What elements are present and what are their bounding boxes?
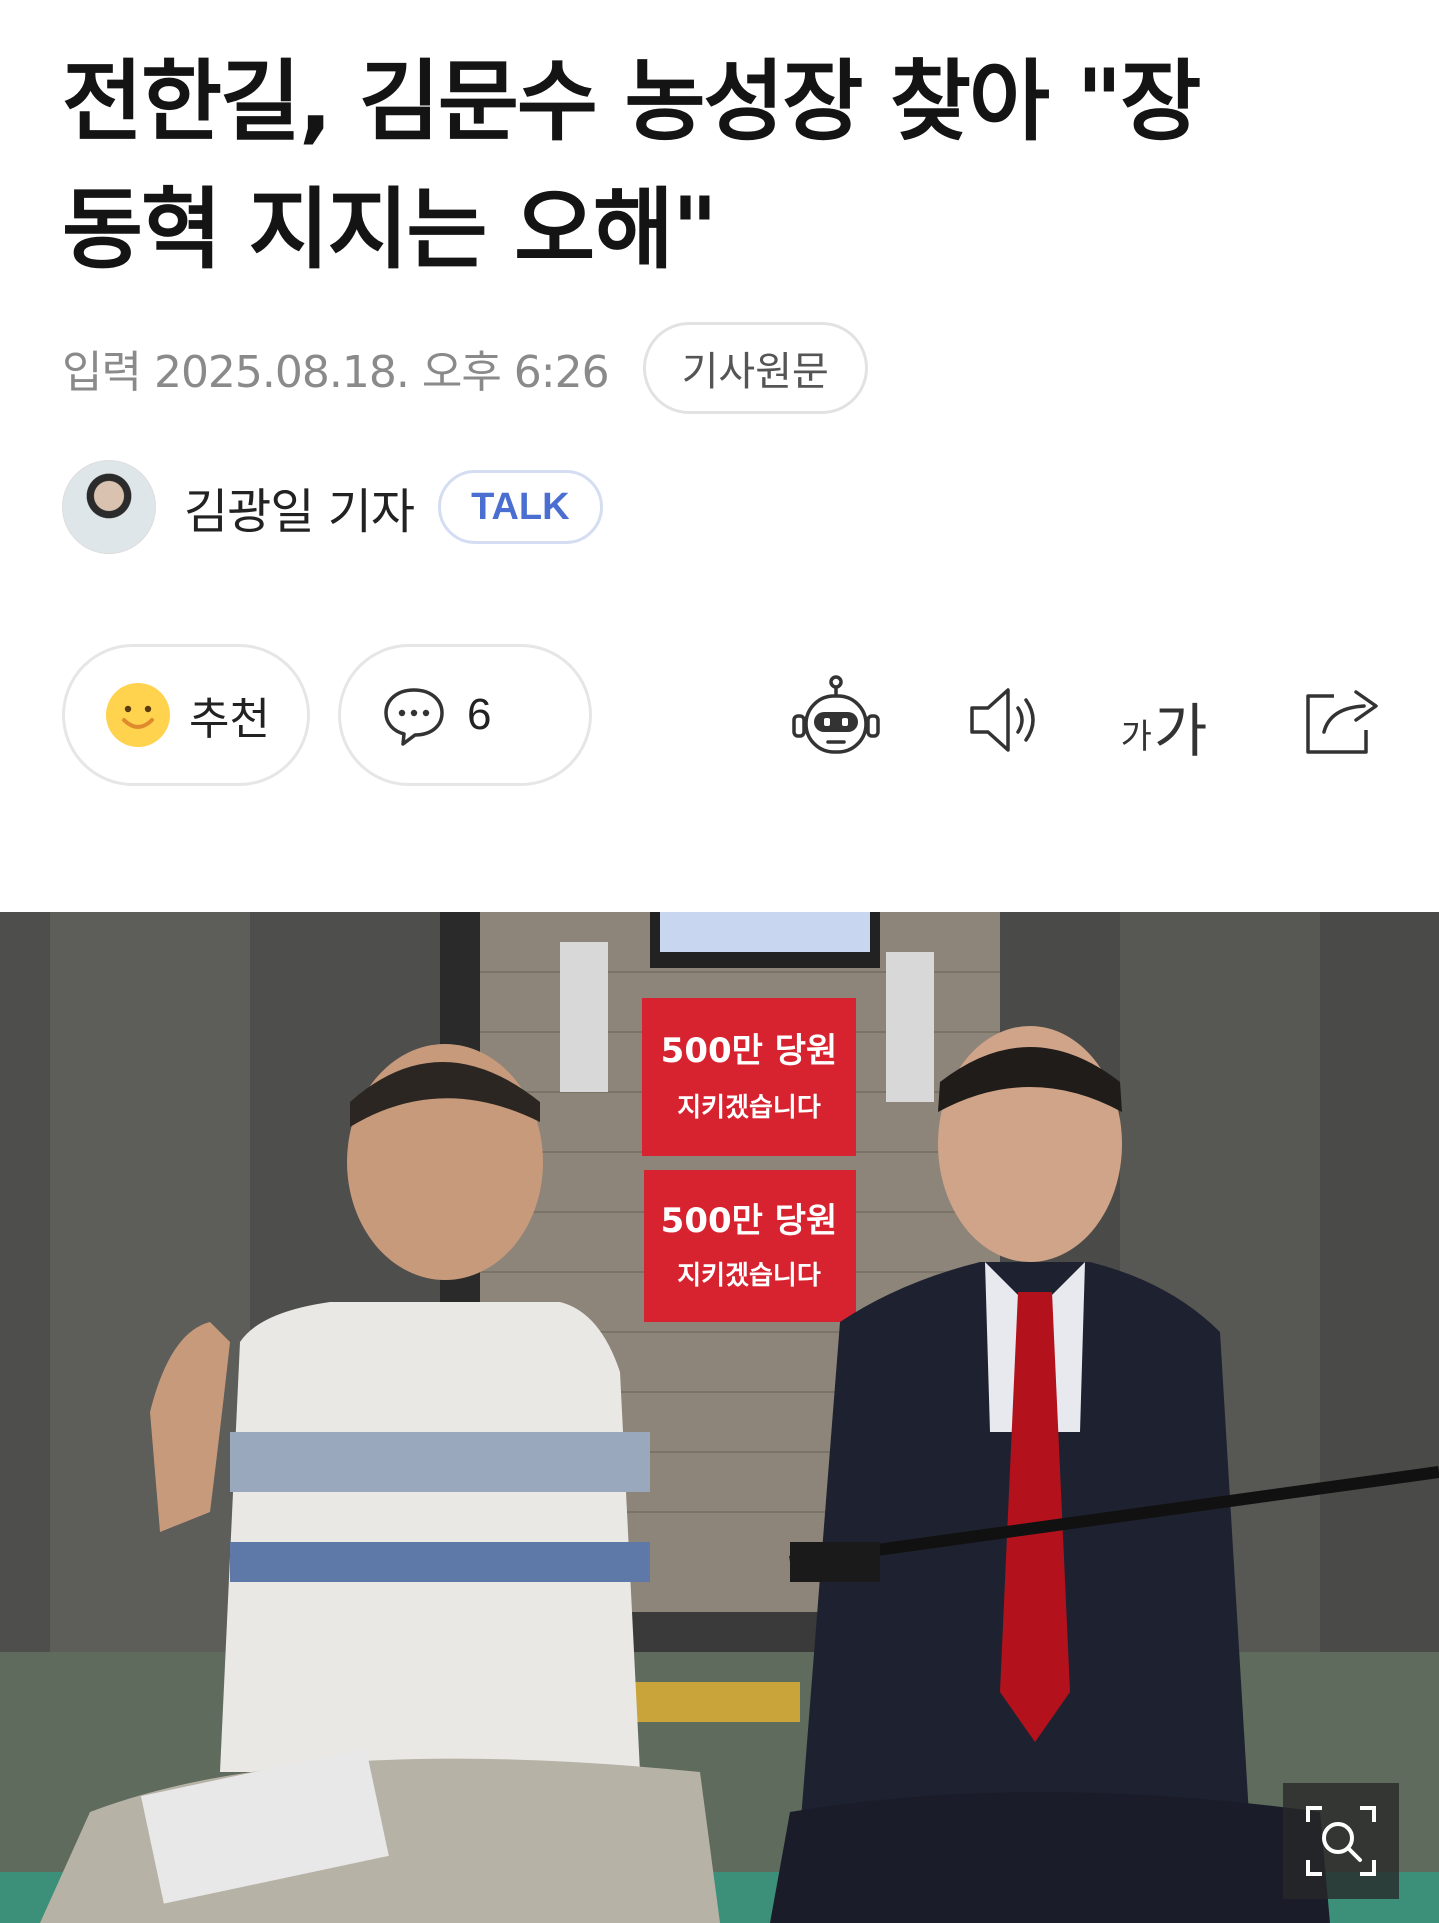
author-info: 김광일 기자 TALK <box>62 460 603 554</box>
talk-button[interactable]: TALK <box>438 470 603 544</box>
author-avatar[interactable] <box>62 460 156 554</box>
robot-icon[interactable] <box>788 672 884 768</box>
speaker-icon[interactable] <box>958 672 1054 768</box>
article-photo[interactable]: 500만 당원 지키겠습니다 500만 당원 지키겠습니다 <box>0 912 1439 1923</box>
recommend-button[interactable]: 추천 <box>62 644 310 786</box>
article-page: 전한길, 김문수 농성장 찾아 "장 동혁 지지는 오해" 입력 2025.08… <box>0 0 1439 1923</box>
speech-bubble-icon <box>384 688 444 746</box>
sign-2-line-2: 지키겠습니다 <box>677 1261 821 1291</box>
sign-2-line-1: 500만 당원 <box>661 1201 838 1241</box>
share-icon[interactable] <box>1294 672 1390 768</box>
zoom-button[interactable] <box>1283 1783 1399 1899</box>
protest-sign-1 <box>642 998 856 1156</box>
article-actions: 추천 6 가가 <box>62 644 1382 786</box>
article-meta: 입력 2025.08.18. 오후 6:26 기사원문 <box>62 322 868 414</box>
original-article-button[interactable]: 기사원문 <box>642 322 868 414</box>
headline-line-1: 전한길, 김문수 농성장 찾아 "장 <box>62 50 1201 153</box>
author-name[interactable]: 김광일 기자 <box>184 472 415 542</box>
headline-line-2: 동혁 지지는 오해" <box>62 178 718 281</box>
protest-sign-2 <box>644 1170 856 1322</box>
article-headline: 전한길, 김문수 농성장 찾아 "장 동혁 지지는 오해" <box>62 38 1382 294</box>
article-photo-image: 500만 당원 지키겠습니다 500만 당원 지키겠습니다 <box>0 912 1439 1923</box>
font-size-icon[interactable]: 가가 <box>1116 672 1212 768</box>
recommend-label: 추천 <box>189 694 270 745</box>
zoom-icon <box>1306 1806 1376 1876</box>
publish-date: 입력 2025.08.18. 오후 6:26 <box>62 347 610 398</box>
comment-count: 6 <box>467 690 492 739</box>
comment-button[interactable]: 6 <box>338 644 592 786</box>
sign-1-line-1: 500만 당원 <box>661 1031 838 1071</box>
smile-face-icon <box>106 683 170 747</box>
sign-1-line-2: 지키겠습니다 <box>677 1093 821 1123</box>
